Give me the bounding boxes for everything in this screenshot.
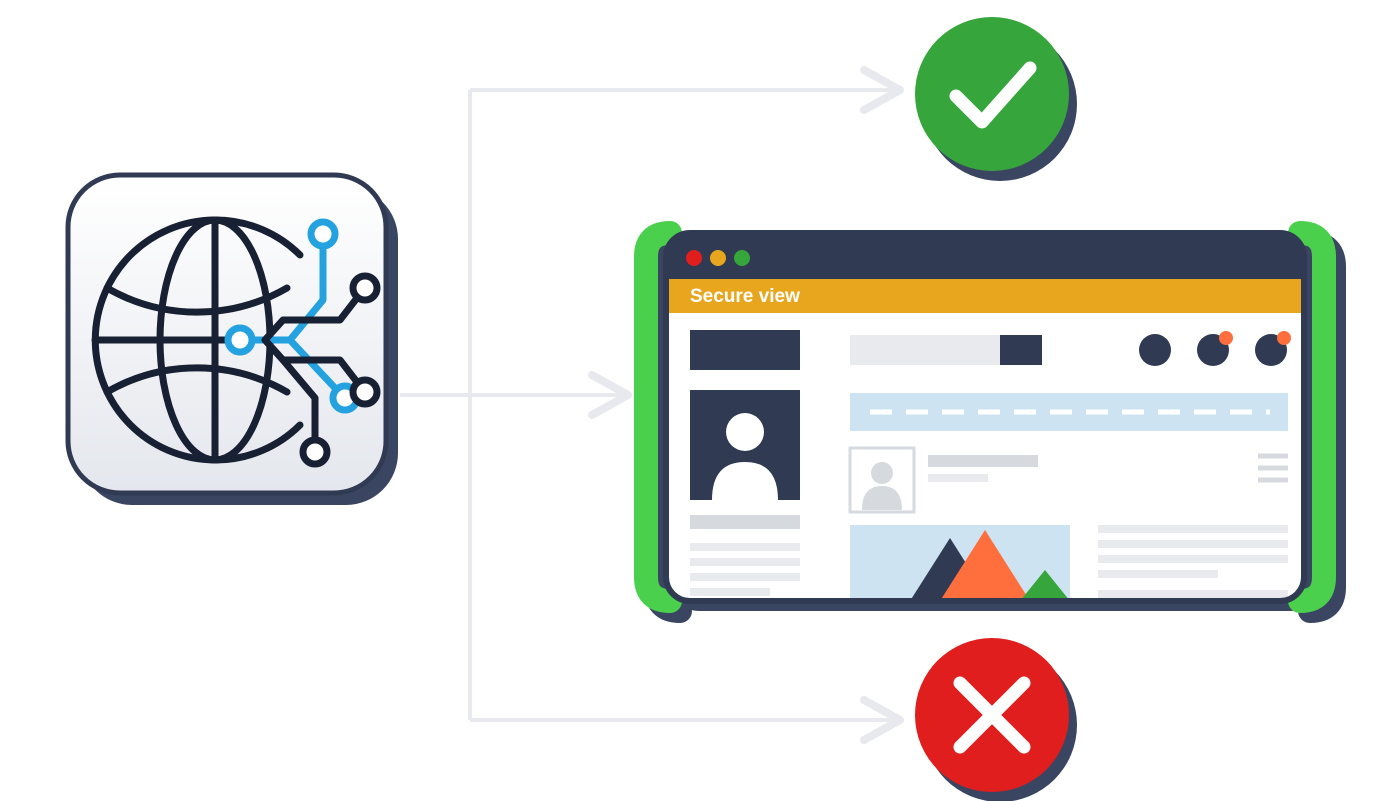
minimize-dot-icon <box>710 250 726 266</box>
secure-view-browser: Secure view <box>646 233 1334 611</box>
traffic-lights <box>686 250 750 266</box>
chart-panel <box>850 525 1070 601</box>
blocked-badge <box>915 638 1077 801</box>
avatar-large <box>690 390 800 500</box>
progress-bar <box>850 393 1288 431</box>
close-dot-icon <box>686 250 702 266</box>
allowed-badge <box>915 17 1077 181</box>
security-flow-diagram: Secure view <box>0 0 1381 801</box>
maximize-dot-icon <box>734 250 750 266</box>
title-bar-label: Secure view <box>690 286 800 307</box>
source-app-icon <box>68 175 398 505</box>
